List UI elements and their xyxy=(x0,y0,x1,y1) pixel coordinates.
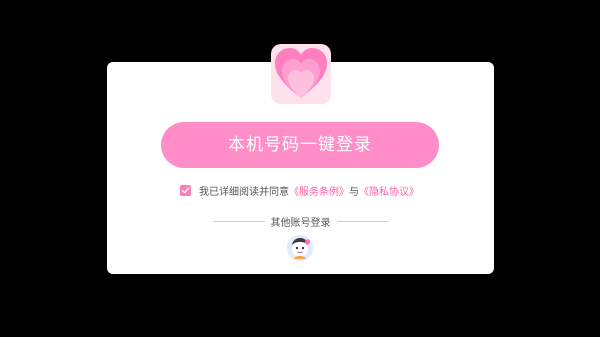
divider-line-left xyxy=(213,221,265,222)
account-avatar-icon[interactable] xyxy=(287,235,313,261)
heart-logo-icon xyxy=(271,44,331,104)
agreement-row: 我已详细阅读并同意 《服务条例》 与 《隐私协议》 xyxy=(180,182,419,198)
agreement-prefix: 我已详细阅读并同意 xyxy=(199,186,289,198)
other-login-label: 其他账号登录 xyxy=(270,218,331,229)
agreement-connector: 与 xyxy=(349,186,359,198)
check-icon xyxy=(181,187,190,193)
terms-link[interactable]: 《服务条例》 xyxy=(289,183,349,198)
privacy-link[interactable]: 《隐私协议》 xyxy=(359,183,419,198)
divider-line-right xyxy=(336,221,388,222)
other-login-divider: 其他账号登录 xyxy=(213,214,388,229)
screen: 本机号码一键登录 我已详细阅读并同意 《服务条例》 与 《隐私协议》 其他账号登… xyxy=(0,0,600,337)
agreement-checkbox[interactable] xyxy=(180,184,191,196)
one-click-login-button[interactable]: 本机号码一键登录 xyxy=(161,122,439,168)
